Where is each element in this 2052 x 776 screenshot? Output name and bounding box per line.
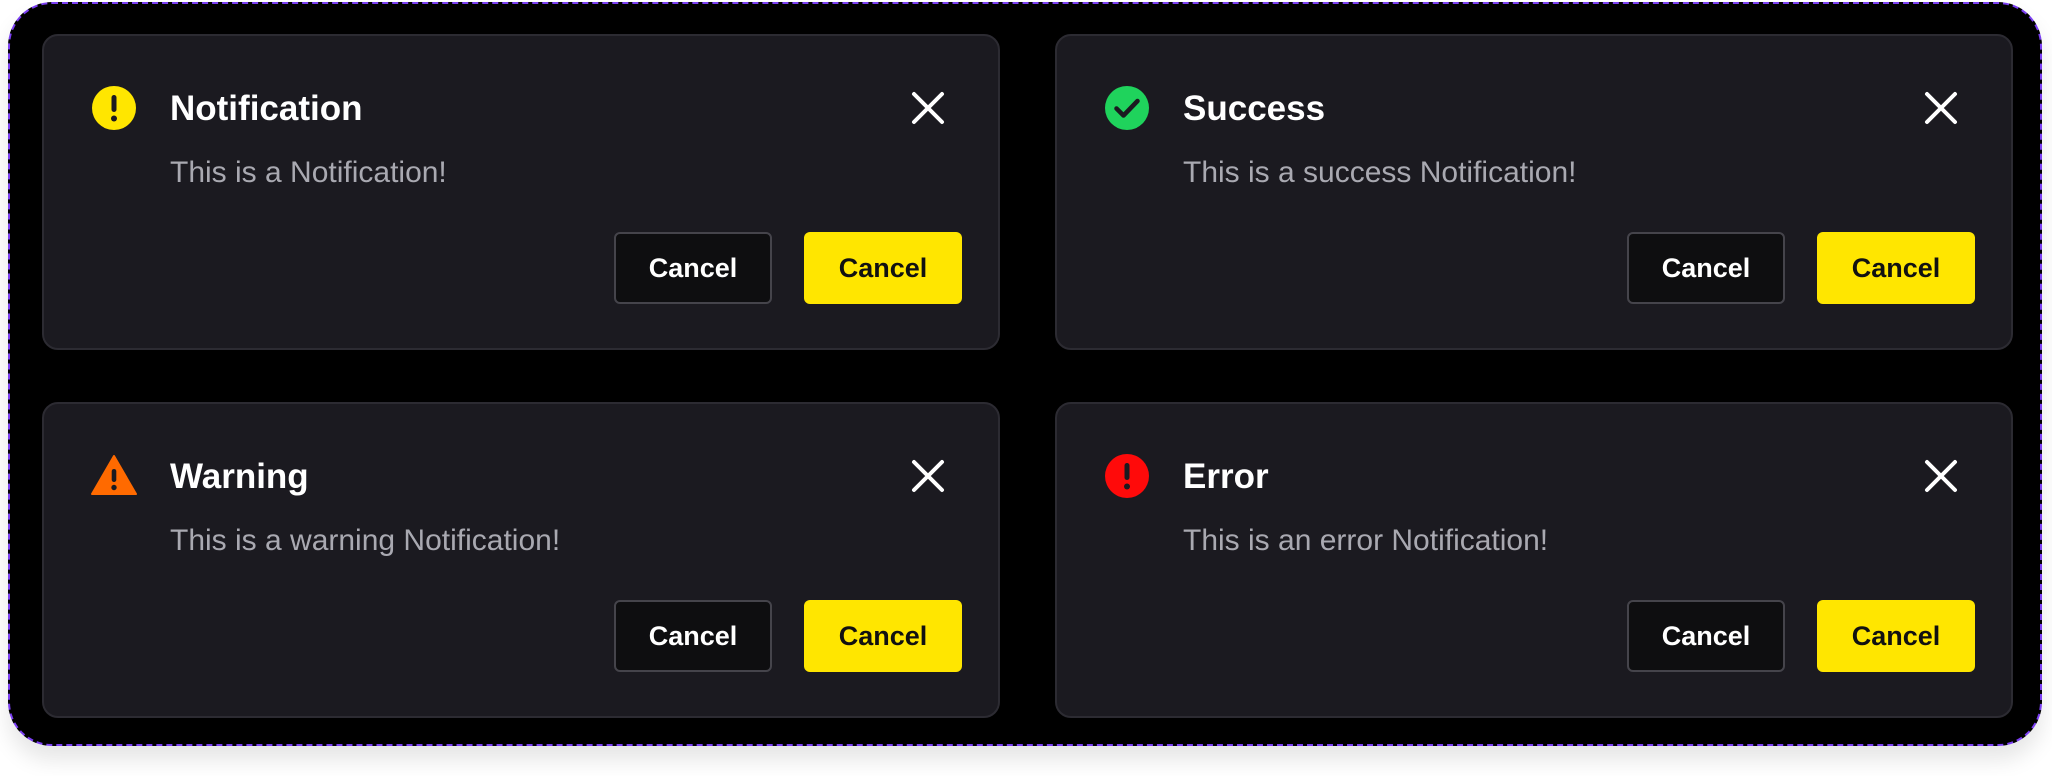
toast-message: This is an error Notification! xyxy=(1183,524,1549,557)
close-icon xyxy=(1925,460,1957,492)
warning-toast: Warning This is a warning Notification! … xyxy=(42,402,1000,718)
close-button[interactable] xyxy=(1921,456,1961,496)
close-icon xyxy=(912,92,944,124)
error-circle-icon xyxy=(1105,454,1149,498)
toast-title: Warning xyxy=(170,457,309,496)
success-toast: Success This is a success Notification! … xyxy=(1055,34,2013,350)
cancel-primary-button[interactable]: Cancel xyxy=(804,600,962,672)
notification-toast: Notification This is a Notification! Can… xyxy=(42,34,1000,350)
cancel-button[interactable]: Cancel xyxy=(614,232,772,304)
toast-message: This is a success Notification! xyxy=(1183,156,1577,189)
toast-title: Notification xyxy=(170,89,363,128)
warning-triangle-icon xyxy=(91,455,137,495)
cancel-primary-button[interactable]: Cancel xyxy=(1817,600,1975,672)
close-button[interactable] xyxy=(908,456,948,496)
cancel-button[interactable]: Cancel xyxy=(614,600,772,672)
cancel-primary-button[interactable]: Cancel xyxy=(804,232,962,304)
cancel-primary-button[interactable]: Cancel xyxy=(1817,232,1975,304)
close-icon xyxy=(912,460,944,492)
close-button[interactable] xyxy=(908,88,948,128)
toast-title: Success xyxy=(1183,89,1326,128)
close-icon xyxy=(1925,92,1957,124)
notifications-panel: Notification This is a Notification! Can… xyxy=(8,2,2042,746)
error-toast: Error This is an error Notification! Can… xyxy=(1055,402,2013,718)
toast-message: This is a Notification! xyxy=(170,156,447,189)
close-button[interactable] xyxy=(1921,88,1961,128)
exclamation-circle-icon xyxy=(92,86,136,130)
cancel-button[interactable]: Cancel xyxy=(1627,232,1785,304)
toast-title: Error xyxy=(1183,457,1269,496)
cancel-button[interactable]: Cancel xyxy=(1627,600,1785,672)
toast-message: This is a warning Notification! xyxy=(170,524,561,557)
check-circle-icon xyxy=(1105,86,1149,130)
